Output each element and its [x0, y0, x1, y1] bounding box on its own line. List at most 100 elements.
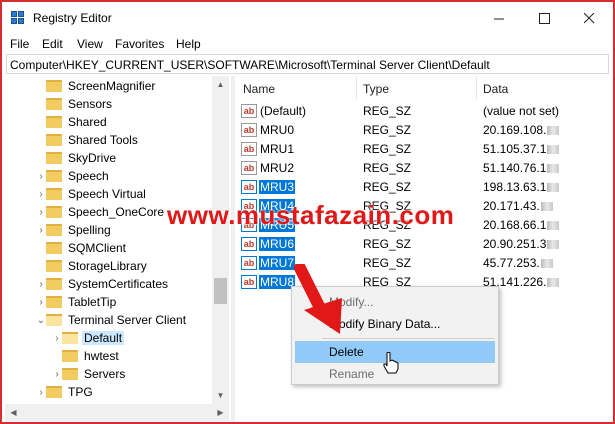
tree-item-label: Terminal Server Client	[68, 313, 187, 327]
value-data-text: 20.171.43.	[483, 199, 540, 213]
tree-item[interactable]: hwtest	[52, 347, 121, 365]
value-data-text: 20.168.66.1	[483, 218, 547, 232]
expand-chevron-icon[interactable]: ›	[52, 369, 62, 380]
expand-chevron-icon[interactable]: ›	[36, 387, 46, 398]
column-divider[interactable]	[476, 76, 477, 100]
tree-item-label: Servers	[84, 367, 126, 381]
tree-item[interactable]: › SystemCertificates	[36, 275, 170, 293]
redacted-mark	[547, 164, 560, 174]
column-divider[interactable]	[356, 76, 357, 100]
folder-icon	[46, 170, 62, 182]
table-row-selected[interactable]: ab MRU3 REG_SZ 198.13.63.1	[235, 177, 613, 196]
menu-view[interactable]: View	[77, 37, 103, 51]
scroll-thumb[interactable]	[214, 278, 227, 304]
menu-edit[interactable]: Edit	[42, 37, 63, 51]
value-data: 51.140.76.1	[483, 161, 560, 175]
title-bar: Registry Editor	[2, 2, 613, 34]
string-value-icon: ab	[241, 274, 257, 289]
tree-item-label: SQMClient	[68, 241, 127, 255]
expand-chevron-icon[interactable]: ⌄	[36, 315, 46, 326]
menu-help[interactable]: Help	[176, 37, 201, 51]
scroll-down-icon[interactable]: ▼	[212, 387, 229, 404]
tree-item-label: Shared	[68, 115, 107, 129]
tree-item[interactable]: SkyDrive	[36, 149, 118, 167]
value-name: (Default)	[260, 103, 307, 118]
maximize-button[interactable]	[522, 2, 567, 34]
tree-item[interactable]: › Speech_OneCore	[36, 203, 166, 221]
expand-chevron-icon[interactable]: ›	[36, 171, 46, 182]
tree-vertical-scrollbar[interactable]: ▲ ▼	[212, 76, 229, 404]
tree-item-label: Speech_OneCore	[68, 205, 165, 219]
folder-icon	[62, 350, 78, 362]
value-name: MRU1	[260, 141, 295, 156]
folder-icon	[46, 260, 62, 272]
value-data-text: 51.105.37.1	[483, 142, 547, 156]
table-row[interactable]: ab (Default) REG_SZ (value not set)	[235, 101, 613, 120]
tree-item-label: TPG	[68, 385, 93, 399]
tree-item[interactable]: ScreenMagnifier	[36, 77, 157, 95]
folder-open-icon	[62, 332, 78, 344]
column-header-data[interactable]: Data	[483, 76, 508, 100]
tree-item[interactable]: › TPG	[36, 383, 95, 401]
table-row[interactable]: ab MRU1 REG_SZ 51.105.37.1	[235, 139, 613, 158]
column-header-type[interactable]: Type	[363, 76, 389, 100]
tree-item[interactable]: Sensors	[36, 95, 114, 113]
folder-icon	[62, 368, 78, 380]
table-row[interactable]: ab MRU2 REG_SZ 51.140.76.1	[235, 158, 613, 177]
scroll-right-icon[interactable]: ▶	[212, 404, 229, 421]
tree-item[interactable]: › TabletTip	[36, 293, 118, 311]
value-name: MRU2	[260, 160, 295, 175]
value-type: REG_SZ	[363, 142, 412, 156]
folder-icon	[46, 188, 62, 200]
tree-item-label: hwtest	[84, 349, 119, 363]
folder-icon	[46, 386, 62, 398]
tree-item-label: ScreenMagnifier	[68, 79, 156, 93]
tree-item[interactable]: StorageLibrary	[36, 257, 149, 275]
string-value-icon: ab	[241, 255, 257, 270]
redacted-mark	[547, 145, 560, 155]
red-arrow-icon	[294, 264, 342, 334]
menu-file[interactable]: File	[10, 37, 29, 51]
close-button[interactable]	[567, 2, 612, 34]
string-value-icon: ab	[241, 236, 257, 251]
maximize-icon	[539, 12, 550, 24]
tree-item[interactable]: SQMClient	[36, 239, 128, 257]
tree-item[interactable]: › Speech Virtual	[36, 185, 148, 203]
expand-chevron-icon[interactable]: ›	[36, 189, 46, 200]
column-header-name[interactable]: Name	[243, 76, 275, 100]
menu-favorites[interactable]: Favorites	[115, 37, 164, 51]
string-value-icon: ab	[241, 160, 257, 175]
tree-item-label: Shared Tools	[68, 133, 138, 147]
tree-item[interactable]: › Spelling	[36, 221, 113, 239]
value-data: 20.169.108.	[483, 123, 560, 137]
expand-chevron-icon[interactable]: ›	[52, 333, 62, 344]
table-row[interactable]: ab MRU0 REG_SZ 20.169.108.	[235, 120, 613, 139]
scroll-up-icon[interactable]: ▲	[212, 76, 229, 93]
tree-item[interactable]: Shared Tools	[36, 131, 140, 149]
address-bar[interactable]: Computer\HKEY_CURRENT_USER\SOFTWARE\Micr…	[6, 54, 609, 74]
folder-icon	[46, 206, 62, 218]
tree-item-selected[interactable]: › Default	[52, 329, 125, 347]
expand-chevron-icon[interactable]: ›	[36, 225, 46, 236]
tree-item[interactable]: ⌄ Terminal Server Client	[36, 311, 188, 329]
menu-bar: File Edit View Favorites Help	[2, 34, 613, 54]
value-data: 20.168.66.1	[483, 218, 560, 232]
tree-item[interactable]: › Speech	[36, 167, 111, 185]
expand-chevron-icon[interactable]: ›	[36, 279, 46, 290]
minimize-button[interactable]	[477, 2, 522, 34]
string-value-icon: ab	[241, 141, 257, 156]
value-data-text: (value not set)	[483, 104, 560, 118]
value-type: REG_SZ	[363, 180, 412, 194]
folder-icon	[46, 134, 62, 146]
table-row-selected[interactable]: ab MRU6 REG_SZ 20.90.251.3	[235, 234, 613, 253]
tree-item[interactable]: Shared	[36, 113, 109, 131]
expand-chevron-icon[interactable]: ›	[36, 297, 46, 308]
scroll-left-icon[interactable]: ◀	[5, 404, 22, 421]
tree-item[interactable]: › Servers	[52, 365, 127, 383]
value-data: 45.77.253.	[483, 256, 553, 270]
tree-item-label: Sensors	[68, 97, 113, 111]
tree-horizontal-scrollbar[interactable]: ◀ ▶	[5, 404, 229, 421]
expand-chevron-icon[interactable]: ›	[36, 207, 46, 218]
value-data-text: 20.169.108.	[483, 123, 547, 137]
tree-pane[interactable]: ScreenMagnifier Sensors Shared Shared To…	[5, 76, 231, 404]
